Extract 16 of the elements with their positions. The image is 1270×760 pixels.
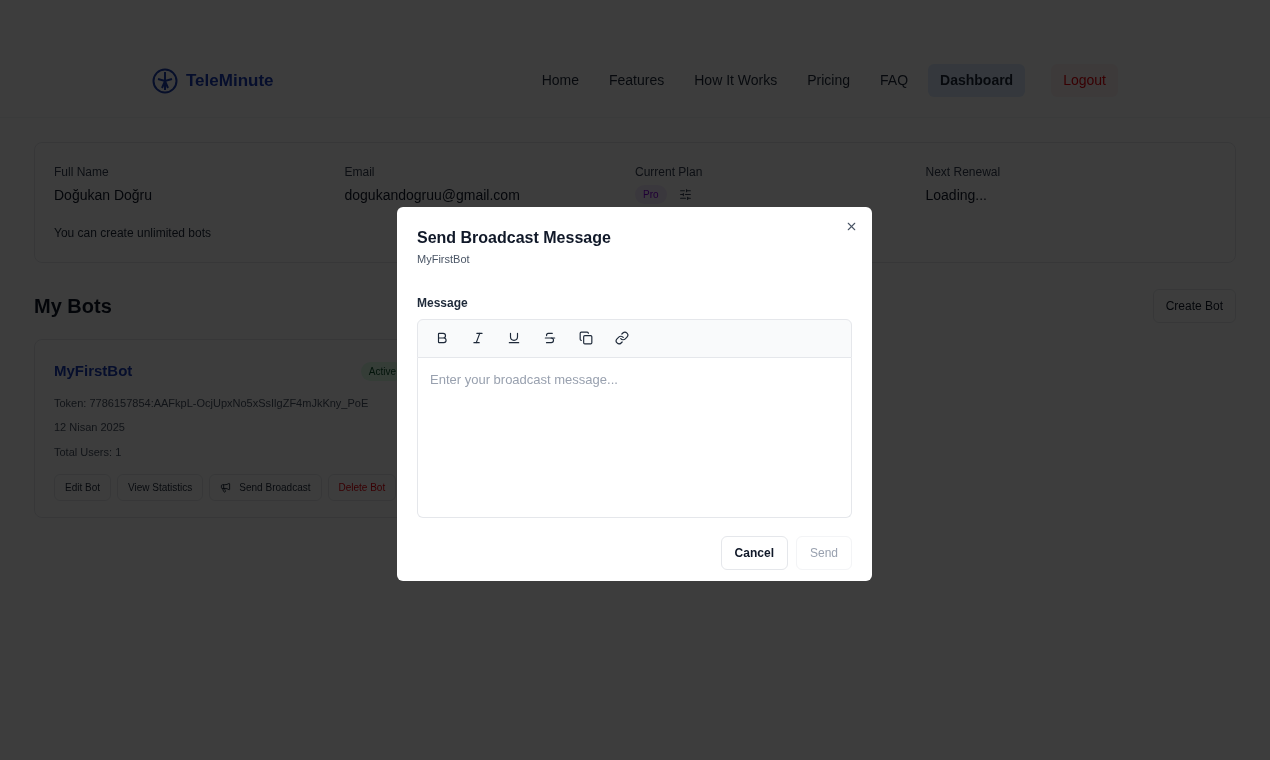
dialog-title: Send Broadcast Message (417, 228, 612, 248)
dialog-button[interactable]: Cancel (720, 535, 788, 570)
underline-icon[interactable] (507, 331, 521, 345)
field-value: Loading... (925, 186, 988, 205)
field-value: Doğukan Doğru (54, 186, 154, 205)
link-icon[interactable] (615, 331, 629, 345)
copy-icon[interactable] (579, 331, 593, 345)
close-button[interactable] (845, 220, 858, 233)
message-field[interactable]: Enter your broadcast message... (417, 357, 852, 518)
bold-icon[interactable] (435, 331, 449, 345)
strikethrough-icon[interactable] (543, 331, 557, 345)
dialog-subtitle: MyFirstBot (417, 252, 471, 267)
field-label: Message (417, 294, 469, 312)
italic-icon[interactable] (471, 331, 485, 345)
section-title: My Bots (34, 294, 112, 319)
field-value: dogukandogruu@gmail.com (344, 186, 521, 205)
